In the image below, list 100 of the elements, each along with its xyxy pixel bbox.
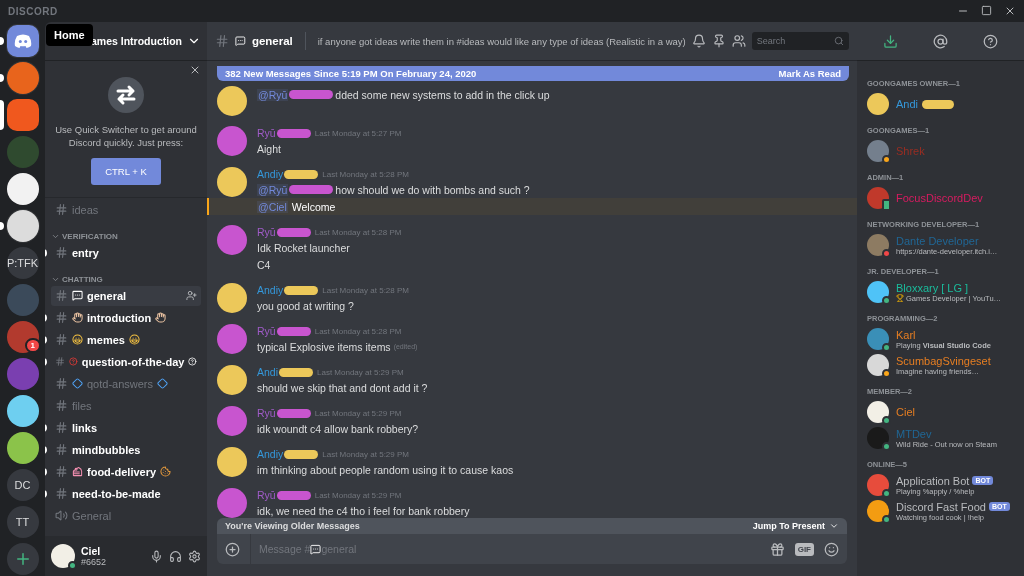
shortcut-button[interactable]: CTRL + K bbox=[91, 157, 161, 185]
author-name[interactable]: Ryū bbox=[257, 325, 276, 337]
members-button[interactable] bbox=[731, 34, 746, 48]
message-text: idk, we need the c4 tho i feel for bank robbery bbox=[257, 504, 470, 517]
member-avatar[interactable] bbox=[867, 93, 889, 115]
member-name[interactable]: Ciel bbox=[896, 406, 915, 418]
mention-link[interactable]: @Ciel bbox=[257, 200, 288, 213]
microphone-button[interactable] bbox=[150, 549, 163, 563]
member-name[interactable]: MTDev bbox=[896, 427, 932, 440]
avatar-circle[interactable] bbox=[217, 283, 247, 313]
mention-link[interactable]: @Ryū bbox=[257, 88, 289, 101]
member-avatar[interactable] bbox=[867, 140, 889, 162]
help-button[interactable] bbox=[983, 33, 999, 49]
server-icon[interactable] bbox=[6, 431, 39, 464]
upload-button[interactable] bbox=[225, 541, 240, 557]
quick-switcher-drawing bbox=[105, 74, 147, 116]
member-avatar[interactable] bbox=[867, 187, 889, 209]
member-name[interactable]: Andi bbox=[896, 98, 919, 110]
channel-item[interactable]: General bbox=[51, 505, 201, 526]
category-header[interactable]: CHATTING bbox=[62, 274, 103, 284]
gif-button[interactable]: GIF bbox=[794, 542, 814, 556]
older-messages-text: You're Viewing Older Messages bbox=[225, 521, 360, 531]
avatar-circle[interactable] bbox=[217, 406, 247, 436]
search-field[interactable]: Search bbox=[751, 32, 849, 50]
avatar-circle[interactable] bbox=[217, 225, 247, 255]
avatar-circle[interactable] bbox=[217, 488, 247, 518]
member-name[interactable]: Dante Developer bbox=[896, 234, 979, 247]
gift-button[interactable] bbox=[769, 541, 785, 557]
user-avatar[interactable] bbox=[51, 544, 75, 568]
author-name[interactable]: Ryū bbox=[257, 226, 276, 238]
jump-to-present-button[interactable]: Jump To Present bbox=[752, 521, 839, 531]
server-button[interactable]: TT bbox=[6, 505, 39, 538]
message-text: should we skip that and dont add it ? bbox=[257, 381, 428, 394]
member-avatar[interactable] bbox=[867, 427, 889, 449]
maximize-icon[interactable] bbox=[981, 5, 992, 16]
channel-item[interactable]: general bbox=[51, 285, 201, 306]
channel-item[interactable]: mindbubbles bbox=[51, 439, 201, 460]
tooltip: Home bbox=[46, 24, 93, 46]
channel-item[interactable]: qotd-answers bbox=[51, 373, 201, 394]
close-button[interactable] bbox=[189, 64, 201, 76]
channel-item[interactable]: memes bbox=[51, 329, 201, 350]
avatar-circle[interactable] bbox=[217, 86, 247, 116]
avatar-circle[interactable] bbox=[217, 324, 247, 354]
channel-item[interactable]: need-to-be-made bbox=[51, 483, 201, 504]
member-name[interactable]: Discord Fast Food bbox=[896, 500, 986, 513]
avatar-circle[interactable] bbox=[217, 447, 247, 477]
channel-item[interactable]: question-of-the-day bbox=[51, 351, 201, 372]
member-name[interactable]: Bloxxary [ LG ] bbox=[896, 281, 969, 294]
member-avatar[interactable] bbox=[867, 328, 889, 350]
author-name[interactable]: Ryū bbox=[257, 489, 276, 501]
settings-button[interactable] bbox=[188, 549, 201, 563]
member-avatar[interactable] bbox=[867, 354, 889, 376]
channel-item[interactable]: files bbox=[51, 395, 201, 416]
channel-item[interactable]: ideas bbox=[51, 199, 201, 220]
author-name[interactable]: Ryū bbox=[257, 127, 276, 139]
category-header[interactable]: VERIFICATION bbox=[62, 231, 118, 241]
member-avatar[interactable] bbox=[867, 401, 889, 423]
mention-link[interactable]: @Ryū bbox=[257, 183, 289, 196]
channel-title: general bbox=[251, 35, 293, 47]
redaction-mark bbox=[276, 490, 311, 500]
server-icon[interactable] bbox=[6, 172, 39, 205]
member-name[interactable]: Karl bbox=[896, 328, 916, 341]
user-name: Ciel bbox=[81, 545, 102, 557]
author-name[interactable]: Andiy bbox=[257, 284, 284, 296]
server-icon[interactable] bbox=[6, 209, 39, 242]
redaction-mark bbox=[284, 285, 319, 295]
add-server-button[interactable] bbox=[6, 542, 39, 575]
mark-as-read-button[interactable]: Mark As Read bbox=[778, 68, 841, 79]
avatar-circle[interactable] bbox=[217, 365, 247, 395]
server-icon[interactable] bbox=[6, 394, 39, 427]
avatar-circle[interactable] bbox=[217, 167, 247, 197]
member-avatar[interactable] bbox=[867, 474, 889, 496]
channel-item[interactable]: entry bbox=[51, 242, 201, 263]
channel-item[interactable]: links bbox=[51, 417, 201, 438]
author-name[interactable]: Ryū bbox=[257, 407, 276, 419]
avatar-circle[interactable] bbox=[217, 126, 247, 156]
channel-item[interactable]: introduction bbox=[51, 307, 201, 328]
headphones-button[interactable] bbox=[169, 549, 182, 563]
member-name[interactable]: FocusDiscordDev bbox=[896, 192, 983, 204]
redaction-mark bbox=[276, 128, 311, 138]
member-avatar[interactable] bbox=[867, 500, 889, 522]
author-name[interactable]: Andiy bbox=[257, 168, 284, 180]
channel-item[interactable]: food-delivery bbox=[51, 461, 201, 482]
message-text: Welcome bbox=[291, 200, 336, 213]
invite-icon[interactable] bbox=[186, 290, 197, 302]
server-button[interactable]: P:TFK bbox=[6, 246, 39, 279]
mentions-button[interactable] bbox=[933, 33, 948, 49]
author-name[interactable]: Andiy bbox=[257, 448, 284, 460]
emoji-button[interactable] bbox=[824, 541, 839, 557]
close-icon[interactable] bbox=[1004, 5, 1016, 17]
home-button[interactable] bbox=[6, 24, 39, 57]
member-name[interactable]: ScumbagSvingeset bbox=[896, 354, 991, 367]
server-button[interactable]: DC bbox=[6, 468, 39, 501]
pinned-button[interactable] bbox=[711, 34, 726, 48]
message-text: im thinking about people random using it to cause kaos bbox=[257, 463, 514, 476]
notifications-button[interactable] bbox=[691, 34, 706, 48]
download-button[interactable] bbox=[882, 33, 898, 49]
member-avatar[interactable] bbox=[867, 281, 889, 303]
member-name[interactable]: Application Bot bbox=[896, 474, 970, 487]
author-name[interactable]: Andi bbox=[257, 366, 278, 378]
